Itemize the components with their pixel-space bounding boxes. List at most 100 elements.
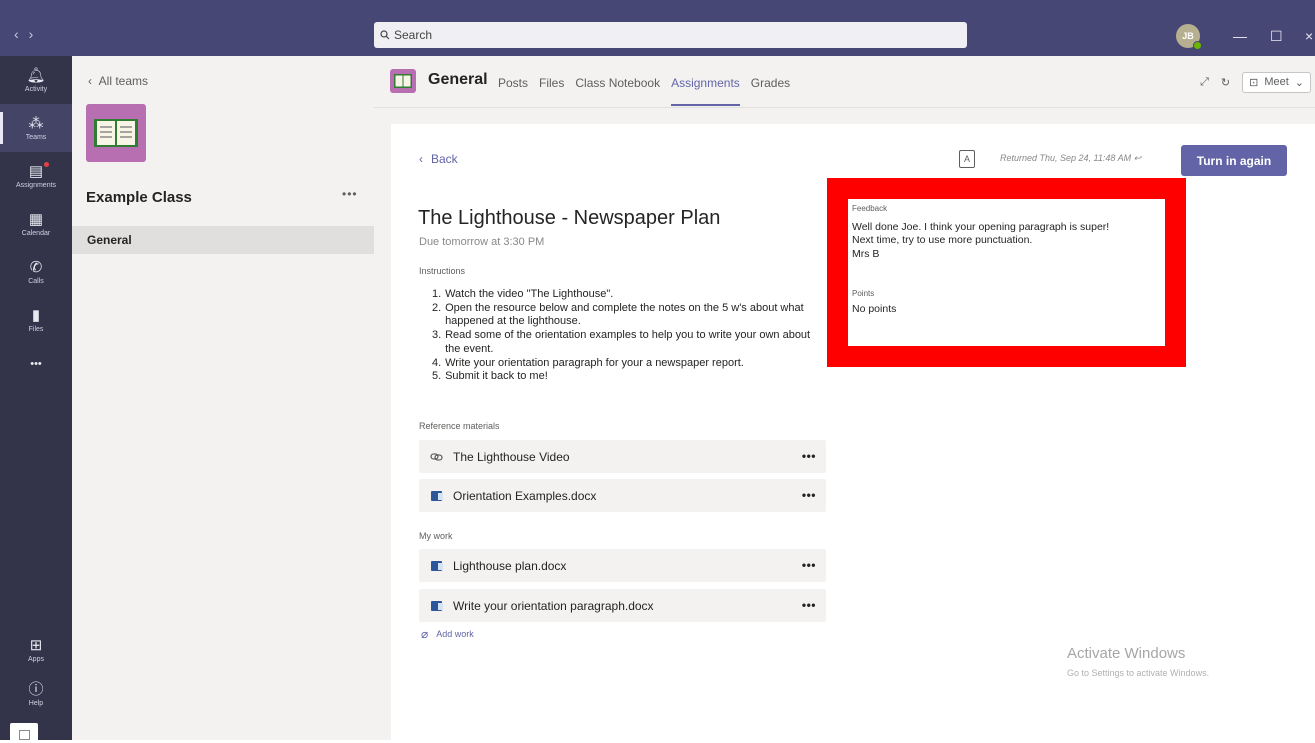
tab-posts[interactable]: Posts — [498, 76, 528, 90]
chevron-down-icon[interactable]: ⌄ — [1295, 76, 1304, 89]
meet-label: Meet — [1264, 76, 1289, 88]
search-input[interactable]: Search — [374, 22, 967, 48]
instruction-num: 4. — [432, 356, 442, 369]
file-icon: ▮ — [31, 306, 41, 324]
rail-item-help[interactable]: ⓘ Help — [0, 670, 72, 718]
presence-status-icon — [1193, 41, 1202, 50]
bell-icon: 🔔︎ — [26, 66, 46, 84]
instructions-list: 1. Watch the video "The Lighthouse". 2. … — [432, 288, 822, 384]
maximize-icon[interactable]: ☐ — [1270, 28, 1283, 45]
rail-label: Apps — [28, 655, 44, 663]
rail-item-apps[interactable]: ⊞ Apps — [0, 626, 72, 674]
team-avatar — [86, 104, 146, 162]
more-options-button[interactable]: ••• — [802, 449, 816, 463]
rail-label: Files — [28, 325, 44, 333]
meet-button[interactable]: ⊡ Meet ⌄ — [1242, 72, 1311, 93]
download-mobile-icon[interactable] — [10, 723, 38, 743]
phone-icon: ✆ — [29, 258, 43, 276]
rail-item-teams[interactable]: ⁂ Teams — [0, 104, 72, 152]
more-options-button[interactable]: ••• — [802, 488, 816, 502]
notification-dot — [44, 162, 49, 167]
tab-assignments[interactable]: Assignments — [671, 76, 740, 106]
feedback-line: Well done Joe. I think your opening para… — [852, 221, 1110, 233]
rail-item-calendar[interactable]: ▦ Calendar — [0, 200, 72, 248]
activate-windows-subtitle: Go to Settings to activate Windows. — [1067, 668, 1210, 678]
tab-files[interactable]: Files — [539, 76, 564, 90]
reference-name: Orientation Examples.docx — [453, 488, 597, 503]
reference-item[interactable]: Orientation Examples.docx ••• — [419, 479, 826, 512]
instruction-num: 1. — [432, 288, 442, 300]
work-name: Write your orientation paragraph.docx — [453, 598, 654, 613]
feedback-label: Feedback — [852, 204, 888, 213]
avatar[interactable]: JB — [1176, 24, 1202, 50]
turn-in-again-button[interactable]: Turn in again — [1181, 145, 1287, 176]
return-arrow-icon: ↩ — [1133, 153, 1142, 163]
apps-icon: ⊞ — [29, 636, 43, 654]
channel-header: General Posts Files Class Notebook Assig… — [374, 56, 1315, 108]
instruction-num: 2. — [432, 301, 442, 314]
word-doc-icon — [429, 560, 443, 572]
due-date: Due tomorrow at 3:30 PM — [419, 236, 545, 248]
work-item[interactable]: Write your orientation paragraph.docx ••… — [419, 589, 826, 622]
returned-status: Returned Thu, Sep 24, 11:48 AM ↩ — [1000, 153, 1141, 164]
instruction-text: Read some of the orientation examples to… — [445, 329, 811, 355]
word-doc-icon — [429, 600, 443, 612]
chevron-left-icon: ‹ — [419, 152, 423, 166]
book-icon — [94, 119, 138, 147]
rail-item-files[interactable]: ▮ Files — [0, 296, 72, 344]
rail-label: Activity — [24, 85, 48, 93]
instruction-item: 4. Write your orientation paragraph for … — [432, 357, 822, 371]
word-doc-icon — [429, 490, 443, 502]
my-work-label: My work — [419, 531, 453, 541]
book-icon — [394, 74, 412, 88]
expand-icon[interactable]: ⤢ — [1200, 76, 1209, 89]
paperclip-icon: ⌀ — [421, 627, 429, 641]
instruction-item: 3. Read some of the orientation examples… — [432, 329, 822, 356]
rail-label: Teams — [25, 133, 47, 141]
instruction-num: 3. — [432, 329, 442, 342]
rail-more-button[interactable]: ••• — [0, 340, 72, 388]
rail-label: Help — [28, 699, 44, 707]
back-arrow-icon[interactable]: ‹ — [14, 26, 29, 42]
team-sidebar: ‹ All teams Example Class ••• General — [72, 56, 374, 740]
channel-title: General — [428, 71, 488, 88]
instruction-item: 5. Submit it back to me! — [432, 370, 822, 384]
instruction-text: Watch the video "The Lighthouse". — [445, 288, 614, 300]
rail-item-calls[interactable]: ✆ Calls — [0, 248, 72, 296]
rail-item-activity[interactable]: 🔔︎ Activity — [0, 56, 72, 104]
forward-arrow-icon[interactable]: › — [29, 26, 44, 42]
header-actions: ⤢ ↻ ⊡ Meet ⌄ — [1200, 72, 1311, 93]
chevron-left-icon: ‹ — [88, 74, 99, 88]
back-button[interactable]: ‹ Back — [419, 152, 458, 166]
all-teams-link[interactable]: ‹ All teams — [88, 74, 148, 88]
add-work-label: Add work — [436, 629, 474, 639]
team-more-button[interactable]: ••• — [342, 187, 358, 201]
assignments-icon: ▤ — [28, 162, 44, 180]
close-icon[interactable]: × — [1305, 28, 1313, 44]
instruction-text: Submit it back to me! — [445, 370, 548, 383]
search-placeholder: Search — [394, 28, 433, 42]
points-label: Points — [852, 289, 875, 298]
channel-item-general[interactable]: General — [72, 226, 374, 254]
tab-class-notebook[interactable]: Class Notebook — [575, 76, 660, 90]
tab-grades[interactable]: Grades — [751, 76, 790, 90]
rail-label: Assignments — [15, 181, 57, 189]
more-options-button[interactable]: ••• — [802, 558, 816, 572]
refresh-icon[interactable]: ↻ — [1221, 76, 1230, 89]
more-options-button[interactable]: ••• — [802, 598, 816, 612]
rail-item-assignments[interactable]: ▤ Assignments — [0, 152, 72, 200]
reference-item[interactable]: The Lighthouse Video ••• — [419, 440, 826, 473]
immersive-reader-icon[interactable]: A — [959, 150, 975, 168]
title-bar: ‹› Search JB — ☐ × — [0, 0, 1315, 56]
feedback-line: Mrs B — [852, 247, 880, 260]
feedback-text: Well done Joe. I think your opening para… — [852, 221, 1109, 261]
reference-materials-label: Reference materials — [419, 421, 500, 431]
work-item[interactable]: Lighthouse plan.docx ••• — [419, 549, 826, 582]
add-work-button[interactable]: ⌀ Add work — [421, 627, 474, 641]
rail-label: Calendar — [21, 229, 51, 237]
instruction-text: Open the resource below and complete the… — [445, 301, 804, 328]
all-teams-label: All teams — [98, 74, 149, 88]
minimize-icon[interactable]: — — [1233, 28, 1247, 44]
more-icon: ••• — [30, 358, 42, 370]
channel-team-icon — [390, 69, 416, 93]
